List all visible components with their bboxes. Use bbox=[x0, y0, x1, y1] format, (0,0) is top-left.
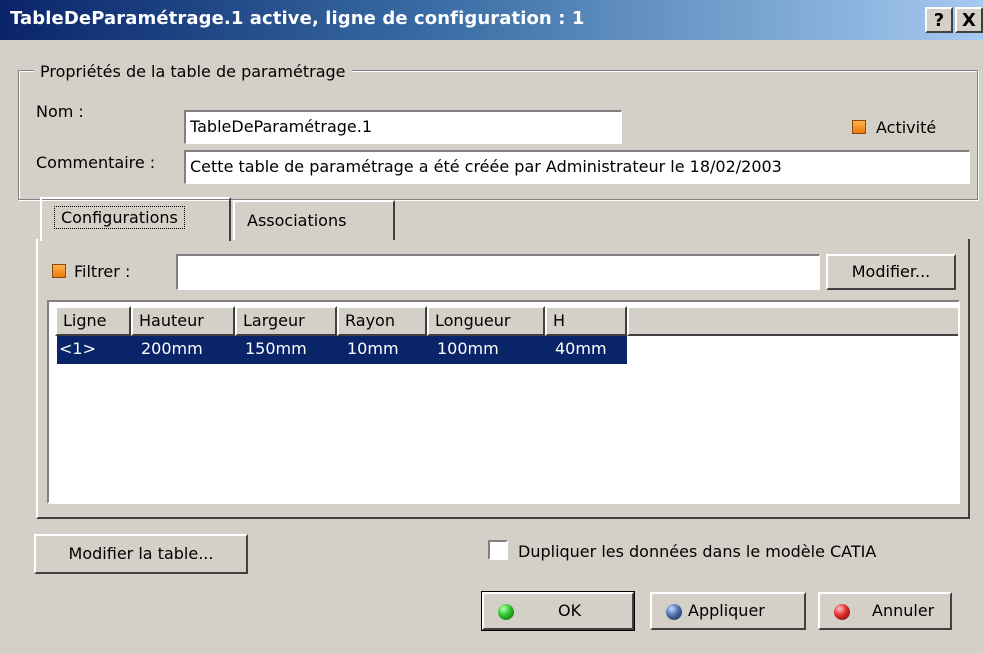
apply-icon bbox=[666, 604, 682, 620]
close-button[interactable]: X bbox=[955, 7, 983, 33]
apply-button[interactable]: Appliquer bbox=[650, 592, 806, 630]
table-cell-h: 40mm bbox=[555, 339, 607, 358]
ok-icon bbox=[498, 604, 514, 620]
cancel-icon bbox=[834, 604, 850, 620]
configurations-table[interactable]: Ligne Hauteur Largeur Rayon Longueur H <… bbox=[47, 300, 960, 504]
filter-checkbox[interactable] bbox=[52, 264, 66, 278]
filter-input[interactable] bbox=[176, 254, 820, 290]
window-title: TableDeParamétrage.1 active, ligne de co… bbox=[10, 8, 585, 29]
filter-label: Filtrer : bbox=[74, 262, 131, 281]
table-cell-ligne: <1> bbox=[59, 339, 96, 358]
comment-label: Commentaire : bbox=[36, 153, 156, 172]
duplicate-label: Dupliquer les données dans le modèle CAT… bbox=[518, 542, 877, 561]
title-bar: TableDeParamétrage.1 active, ligne de co… bbox=[0, 0, 983, 40]
ok-label: OK bbox=[558, 601, 582, 620]
tab-associations[interactable]: Associations bbox=[233, 200, 395, 240]
properties-group-label: Propriétés de la table de paramétrage bbox=[34, 62, 352, 81]
activity-label: Activité bbox=[876, 118, 937, 137]
column-header-filler bbox=[627, 306, 958, 336]
duplicate-checkbox[interactable] bbox=[488, 540, 508, 560]
cancel-label: Annuler bbox=[872, 601, 935, 620]
tab-configurations-label: Configurations bbox=[54, 206, 185, 229]
apply-label: Appliquer bbox=[688, 601, 765, 620]
table-cell-largeur: 150mm bbox=[245, 339, 307, 358]
close-icon: X bbox=[962, 10, 976, 31]
column-header-rayon[interactable]: Rayon bbox=[337, 306, 427, 336]
name-label: Nom : bbox=[36, 102, 84, 121]
column-header-h[interactable]: H bbox=[545, 306, 627, 336]
help-button[interactable]: ? bbox=[925, 7, 953, 33]
column-header-hauteur[interactable]: Hauteur bbox=[131, 306, 235, 336]
table-cell-hauteur: 200mm bbox=[141, 339, 203, 358]
column-header-ligne[interactable]: Ligne bbox=[55, 306, 131, 336]
help-icon: ? bbox=[933, 10, 945, 31]
ok-button[interactable]: OK bbox=[481, 591, 635, 631]
cancel-button[interactable]: Annuler bbox=[818, 592, 952, 630]
table-cell-rayon: 10mm bbox=[347, 339, 399, 358]
comment-field[interactable]: Cette table de paramétrage a été créée p… bbox=[184, 150, 970, 184]
tab-configurations[interactable]: Configurations bbox=[40, 197, 231, 241]
name-field[interactable]: TableDeParamétrage.1 bbox=[184, 110, 622, 144]
edit-table-button[interactable]: Modifier la table... bbox=[34, 534, 248, 574]
column-header-longueur[interactable]: Longueur bbox=[427, 306, 545, 336]
table-row[interactable]: <1> 200mm 150mm 10mm 100mm 40mm bbox=[57, 336, 627, 364]
table-cell-longueur: 100mm bbox=[437, 339, 499, 358]
modify-filter-button[interactable]: Modifier... bbox=[826, 254, 956, 290]
activity-checkbox[interactable] bbox=[852, 120, 866, 134]
column-header-largeur[interactable]: Largeur bbox=[235, 306, 337, 336]
tab-associations-label: Associations bbox=[247, 211, 347, 230]
